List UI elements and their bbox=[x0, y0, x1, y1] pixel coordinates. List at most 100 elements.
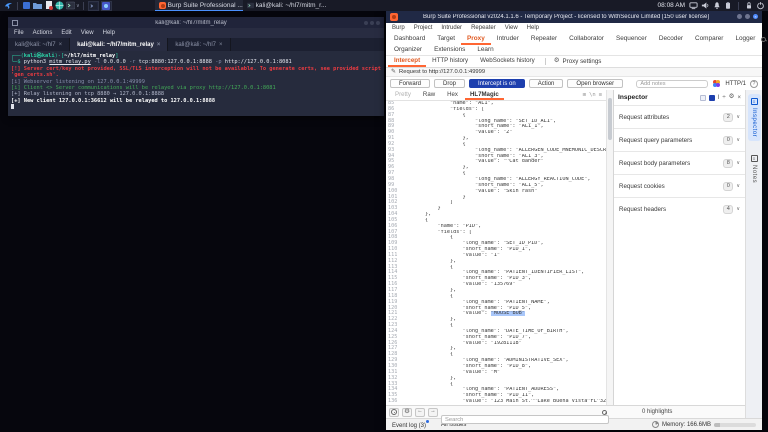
close-icon[interactable]: × bbox=[753, 14, 758, 19]
tab-proxy[interactable]: Proxy bbox=[461, 33, 491, 45]
forward-button[interactable]: Forward bbox=[390, 79, 431, 88]
volume-icon[interactable] bbox=[701, 1, 710, 10]
terminal-titlebar[interactable]: kali@kali: ~/hl7/mitm_relay bbox=[8, 17, 384, 28]
terminal-launcher-icon[interactable] bbox=[66, 1, 75, 10]
inspector-row[interactable]: Request attributes 2 ∨ bbox=[614, 105, 745, 128]
subtab-http-history[interactable]: HTTP history bbox=[426, 56, 474, 67]
side-tab-inspector[interactable]: ≡ Inspector bbox=[747, 94, 761, 142]
code-area[interactable]: 85 "name": "AL1", 86 "fields": [87 {88 "l… bbox=[386, 101, 606, 405]
burp-menu-project[interactable]: Project bbox=[414, 25, 433, 31]
burp-menu-help[interactable]: Help bbox=[527, 25, 539, 31]
tab-extensions[interactable]: Extensions bbox=[428, 45, 471, 55]
burp-ai-icon[interactable] bbox=[712, 79, 721, 88]
close-icon[interactable]: × bbox=[219, 42, 223, 48]
action-button[interactable]: Action bbox=[528, 79, 564, 88]
close-icon[interactable]: × bbox=[157, 42, 161, 48]
terminal-tab[interactable]: kali@kali: ~/hl7 × bbox=[8, 38, 71, 51]
files-launcher-icon[interactable] bbox=[22, 1, 31, 10]
tab-target[interactable]: Target bbox=[431, 33, 461, 45]
browser-launcher-icon[interactable] bbox=[55, 1, 64, 10]
tab-collaborator[interactable]: Collaborator bbox=[563, 33, 610, 45]
burp-menu-view[interactable]: View bbox=[505, 25, 518, 31]
newline-toggle-icon[interactable]: \n bbox=[589, 92, 596, 98]
editor-tab-hl7magic[interactable]: HL7Magic bbox=[464, 90, 504, 100]
display-icon[interactable] bbox=[689, 1, 698, 10]
editor-tab-raw[interactable]: Raw bbox=[418, 90, 440, 100]
burp-menu-intruder[interactable]: Intruder bbox=[441, 25, 462, 31]
tab-sequencer[interactable]: Sequencer bbox=[610, 33, 653, 45]
tab-intruder[interactable]: Intruder bbox=[491, 33, 525, 45]
tab-decoder[interactable]: Decoder bbox=[653, 33, 689, 45]
search-input[interactable] bbox=[441, 415, 609, 424]
split-view-icon[interactable]: ÷ bbox=[722, 95, 725, 101]
text-editor-launcher-icon[interactable] bbox=[44, 1, 53, 10]
workspace-terminal-icon[interactable] bbox=[87, 0, 99, 11]
chevron-down-icon[interactable]: ∨ bbox=[736, 206, 740, 212]
search-settings-button[interactable]: ⚙ bbox=[402, 407, 412, 417]
inspector-row[interactable]: Request body parameters 8 ∨ bbox=[614, 151, 745, 174]
workspace-burp-icon[interactable] bbox=[100, 0, 112, 11]
terminal-menu-file[interactable]: File bbox=[14, 30, 24, 36]
terminal-tab[interactable]: kali@kali: ~/hl7 × bbox=[168, 38, 231, 51]
close-icon[interactable]: × bbox=[59, 42, 63, 48]
next-match-button[interactable]: → bbox=[428, 407, 438, 417]
launcher-dropdown-chevron-icon[interactable]: ∨ bbox=[76, 3, 80, 9]
wrap-toggle-icon[interactable]: ≡ bbox=[599, 92, 602, 98]
tab-learn[interactable]: Learn bbox=[471, 45, 499, 55]
subtab-intercept[interactable]: Intercept bbox=[388, 56, 427, 67]
intercept-toggle-button[interactable]: Intercept is on bbox=[469, 79, 525, 88]
drop-button[interactable]: Drop bbox=[434, 79, 466, 88]
burp-titlebar[interactable]: Burp Suite Professional v2024.1.1.6 - Te… bbox=[386, 10, 762, 23]
tab-logger[interactable]: Logger bbox=[729, 33, 761, 45]
lock-icon[interactable] bbox=[745, 1, 753, 10]
editor-tab-pretty[interactable]: Pretty bbox=[390, 90, 416, 100]
chevron-down-icon[interactable]: ∨ bbox=[736, 137, 740, 143]
terminal-output[interactable]: ┌──(kali㉿kali)-[~/hl7/mitm_relay] └─$ pyt… bbox=[8, 51, 384, 116]
terminal-menu-help[interactable]: Help bbox=[103, 30, 115, 36]
terminal-menu-actions[interactable]: Actions bbox=[33, 30, 53, 36]
terminal-menu-edit[interactable]: Edit bbox=[61, 30, 71, 36]
terminal-menu-view[interactable]: View bbox=[81, 30, 94, 36]
clock[interactable]: 08:08 AM bbox=[658, 2, 685, 9]
add-notes-input[interactable] bbox=[636, 79, 709, 88]
search-button[interactable]: Search bbox=[761, 36, 768, 43]
tab-organizer[interactable]: Organizer bbox=[388, 45, 428, 55]
inspector-row[interactable]: Request query parameters 0 ∨ bbox=[614, 128, 745, 151]
event-log-button[interactable]: Event log (3) bbox=[392, 420, 430, 429]
gear-icon[interactable]: ⚙ bbox=[729, 94, 735, 101]
kali-menu-icon[interactable] bbox=[4, 1, 13, 10]
maximize-icon[interactable] bbox=[745, 14, 750, 19]
notifications-bell-icon[interactable] bbox=[713, 1, 721, 10]
search-history-button[interactable] bbox=[389, 407, 399, 417]
maximize-icon[interactable] bbox=[370, 20, 374, 25]
inspector-view-expanded-icon[interactable] bbox=[708, 94, 715, 101]
chevron-down-icon[interactable]: ∨ bbox=[736, 160, 740, 166]
close-icon[interactable]: × bbox=[737, 95, 741, 101]
text-cursor-icon[interactable]: I bbox=[718, 95, 720, 101]
minimize-icon[interactable] bbox=[364, 20, 368, 25]
chevron-down-icon[interactable]: ∨ bbox=[736, 114, 740, 120]
editor-scrollbar[interactable] bbox=[606, 90, 613, 405]
taskbar-window-terminal[interactable]: kali@kali: ~/hl7/mitm_r... bbox=[243, 0, 331, 11]
help-icon[interactable]: ? bbox=[750, 79, 758, 88]
editor-tab-hex[interactable]: Hex bbox=[442, 90, 463, 100]
taskbar-window-burp[interactable]: Burp Suite Professional ... bbox=[154, 0, 243, 11]
terminal-tab[interactable]: kali@kali: ~/hl7/mitm_relay × bbox=[70, 38, 169, 51]
terminal-window-controls[interactable] bbox=[364, 20, 380, 25]
grid-view-icon[interactable]: ⊞ bbox=[583, 92, 586, 98]
folder-launcher-icon[interactable] bbox=[33, 1, 42, 10]
clipboard-icon[interactable] bbox=[724, 1, 732, 10]
chevron-down-icon[interactable]: ∨ bbox=[736, 183, 740, 189]
inspector-view-compact-icon[interactable] bbox=[699, 94, 706, 101]
proxy-settings-button[interactable]: ⚙ Proxy settings bbox=[550, 56, 606, 67]
tab-dashboard[interactable]: Dashboard bbox=[388, 33, 431, 45]
previous-match-button[interactable]: ← bbox=[415, 407, 425, 417]
inspector-row[interactable]: Request cookies 0 ∨ bbox=[614, 174, 745, 197]
open-browser-button[interactable]: Open browser bbox=[567, 79, 624, 88]
subtab-websockets-history[interactable]: WebSockets history bbox=[474, 56, 541, 67]
side-tab-notes[interactable]: ≡ Notes bbox=[748, 151, 761, 187]
burp-menu-repeater[interactable]: Repeater bbox=[471, 25, 496, 31]
minimize-icon[interactable] bbox=[737, 14, 742, 19]
tab-comparer[interactable]: Comparer bbox=[689, 33, 729, 45]
burp-menu-burp[interactable]: Burp bbox=[392, 25, 405, 31]
